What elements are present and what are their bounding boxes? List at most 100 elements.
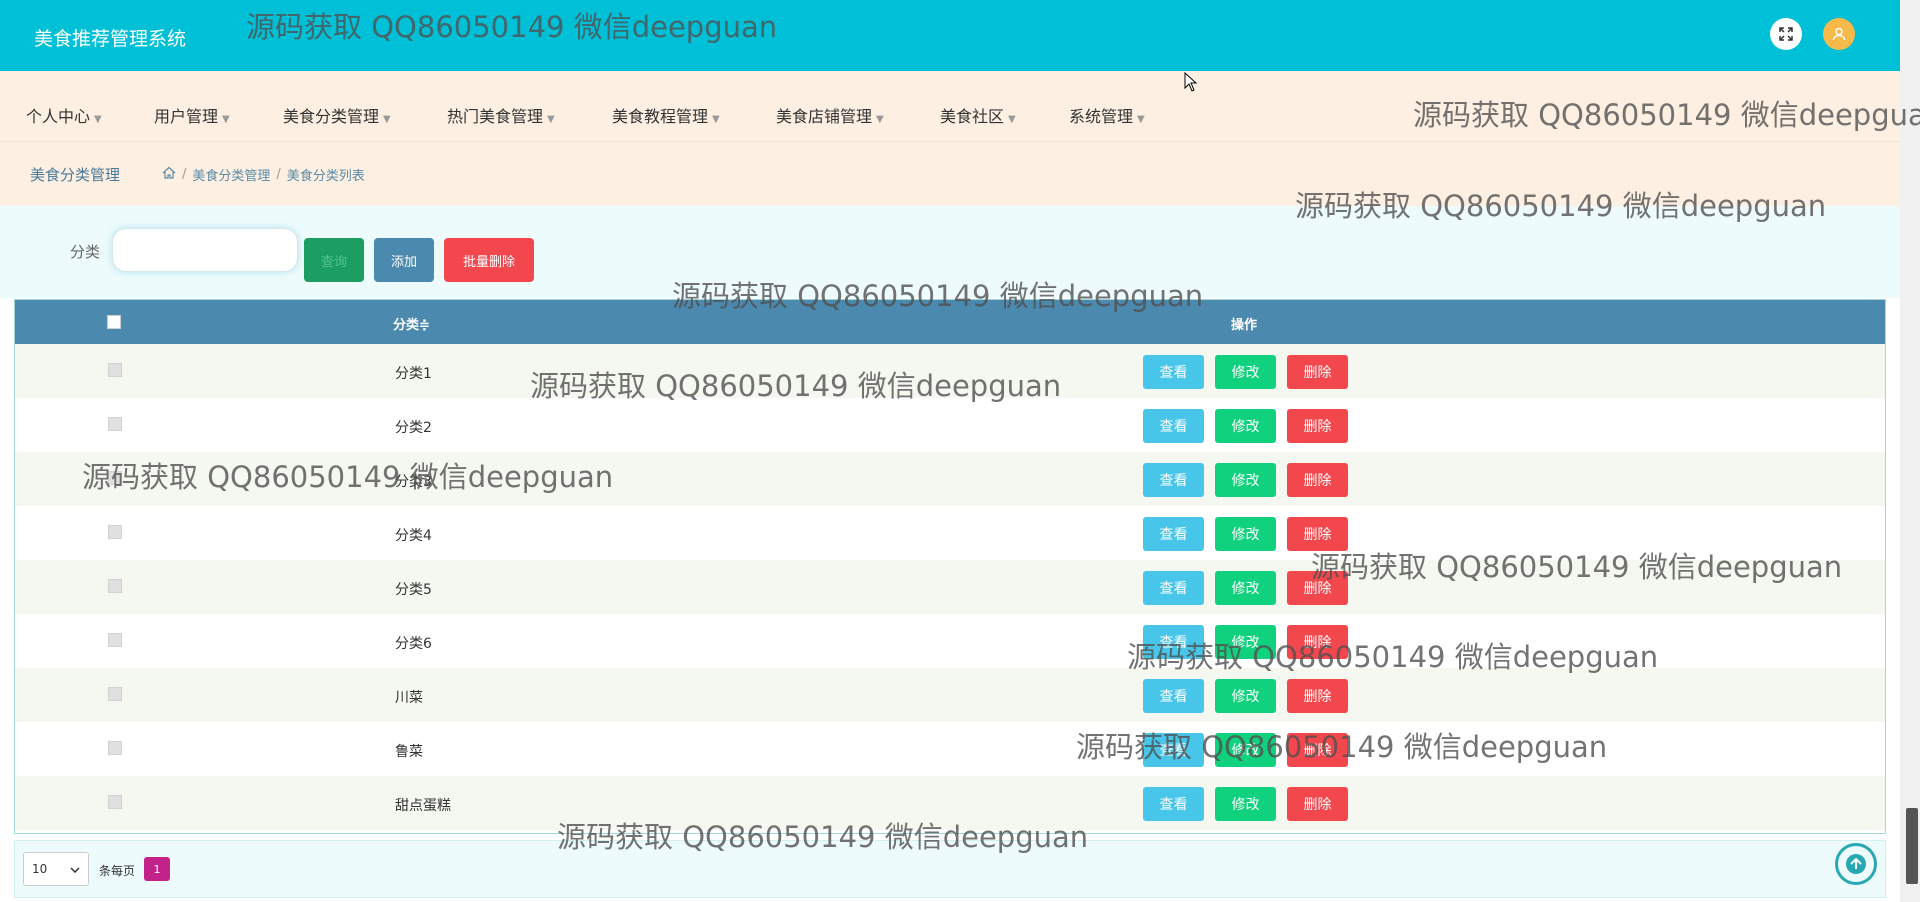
nav-item-hot-food[interactable]: 热门美食管理 ▼ [447, 103, 555, 127]
category-name: 分类3 [395, 474, 432, 490]
table-row: 分类2 查看 修改 删除 [15, 398, 1885, 452]
scrollbar-thumb[interactable] [1906, 808, 1918, 884]
caret-down-icon: ▼ [547, 114, 555, 125]
view-button[interactable]: 查看 [1143, 517, 1204, 551]
row-checkbox[interactable] [108, 363, 122, 377]
table-row: 分类5 查看 修改 删除 [15, 560, 1885, 614]
category-search-input[interactable] [112, 228, 298, 272]
nav-item-food-category[interactable]: 美食分类管理 ▼ [283, 103, 391, 127]
breadcrumb-path: / 美食分类管理 / 美食分类列表 [162, 165, 365, 184]
breadcrumb-separator: / [276, 167, 281, 182]
category-name: 分类4 [395, 528, 432, 544]
category-name: 分类5 [395, 582, 432, 598]
nav-item-user-management[interactable]: 用户管理 ▼ [154, 103, 230, 127]
table-row: 分类3 查看 修改 删除 [15, 452, 1885, 506]
edit-button[interactable]: 修改 [1215, 733, 1276, 767]
view-button[interactable]: 查看 [1143, 409, 1204, 443]
caret-down-icon: ▼ [712, 114, 720, 125]
select-all-checkbox[interactable] [107, 315, 121, 329]
view-button[interactable]: 查看 [1143, 625, 1204, 659]
top-header: 美食推荐管理系统 [0, 0, 1900, 71]
edit-button[interactable]: 修改 [1215, 625, 1276, 659]
page-size-select[interactable]: 10 [23, 852, 89, 886]
category-name: 川菜 [395, 690, 423, 706]
page-title: 美食分类管理 [30, 166, 121, 184]
category-name: 鲁菜 [395, 744, 423, 760]
delete-button[interactable]: 删除 [1287, 787, 1348, 821]
page-number-current[interactable]: 1 [144, 857, 170, 881]
view-button[interactable]: 查看 [1143, 733, 1204, 767]
view-button[interactable]: 查看 [1143, 355, 1204, 389]
view-button[interactable]: 查看 [1143, 679, 1204, 713]
breadcrumb-separator: / [182, 167, 187, 182]
edit-button[interactable]: 修改 [1215, 517, 1276, 551]
breadcrumb-item: 美食分类列表 [286, 169, 365, 184]
nav-item-food-shop[interactable]: 美食店铺管理 ▼ [776, 103, 884, 127]
delete-button[interactable]: 删除 [1287, 517, 1348, 551]
delete-button[interactable]: 删除 [1287, 625, 1348, 659]
edit-button[interactable]: 修改 [1215, 571, 1276, 605]
breadcrumb-item[interactable]: 美食分类管理 [192, 165, 270, 184]
caret-down-icon: ▼ [1008, 114, 1016, 125]
query-button[interactable]: 查询 [304, 238, 364, 282]
delete-button[interactable]: 删除 [1287, 409, 1348, 443]
nav-item-personal-center[interactable]: 个人中心 ▼ [26, 103, 102, 127]
table-row: 分类6 查看 修改 删除 [15, 614, 1885, 668]
batch-delete-button[interactable]: 批量删除 [444, 238, 534, 282]
category-column-header[interactable]: 分类≑ [393, 314, 430, 333]
category-name: 分类2 [395, 420, 432, 436]
table-header: 分类≑ 操作 [15, 300, 1885, 344]
pagination: 10 条每页 1 [14, 840, 1886, 898]
view-button[interactable]: 查看 [1143, 787, 1204, 821]
expand-icon[interactable] [1770, 18, 1802, 50]
nav-item-food-tutorial[interactable]: 美食教程管理 ▼ [612, 103, 720, 127]
vertical-scrollbar[interactable] [1900, 0, 1920, 902]
edit-button[interactable]: 修改 [1215, 463, 1276, 497]
edit-button[interactable]: 修改 [1215, 679, 1276, 713]
breadcrumb: 美食分类管理 / 美食分类管理 / 美食分类列表 [0, 141, 1900, 207]
actions-column-header: 操作 [1231, 318, 1258, 333]
row-checkbox[interactable] [108, 579, 122, 593]
delete-button[interactable]: 删除 [1287, 571, 1348, 605]
view-button[interactable]: 查看 [1143, 463, 1204, 497]
row-checkbox[interactable] [108, 633, 122, 647]
delete-button[interactable]: 删除 [1287, 463, 1348, 497]
view-button[interactable]: 查看 [1143, 571, 1204, 605]
caret-down-icon: ▼ [383, 114, 391, 125]
category-name: 分类1 [395, 366, 432, 382]
mouse-cursor-icon [1184, 71, 1198, 96]
delete-button[interactable]: 删除 [1287, 355, 1348, 389]
back-to-top-icon[interactable] [1835, 843, 1877, 885]
edit-button[interactable]: 修改 [1215, 355, 1276, 389]
caret-down-icon: ▼ [222, 114, 230, 125]
caret-down-icon: ▼ [94, 114, 102, 125]
main-nav: 个人中心 ▼ 用户管理 ▼ 美食分类管理 ▼ 热门美食管理 ▼ 美食教程管理 ▼ 美食店铺… [0, 71, 1900, 141]
app-title: 美食推荐管理系统 [34, 28, 187, 50]
add-button[interactable]: 添加 [374, 238, 434, 282]
caret-down-icon: ▼ [876, 114, 884, 125]
caret-down-icon: ▼ [1137, 114, 1145, 125]
delete-button[interactable]: 删除 [1287, 679, 1348, 713]
category-name: 甜点蛋糕 [395, 798, 451, 814]
nav-item-system-management[interactable]: 系统管理 ▼ [1069, 103, 1145, 127]
per-page-label: 条每页 [99, 864, 136, 878]
edit-button[interactable]: 修改 [1215, 409, 1276, 443]
row-checkbox[interactable] [108, 687, 122, 701]
row-checkbox[interactable] [108, 471, 122, 485]
delete-button[interactable]: 删除 [1287, 733, 1348, 767]
row-checkbox[interactable] [108, 417, 122, 431]
category-table: 分类≑ 操作 分类1 查看 修改 删除 分类2 查看 修改 删除 分类3 查看 修改 删除 分类4 查看修… [14, 299, 1886, 834]
home-icon[interactable] [162, 166, 176, 184]
table-row: 川菜 查看 修改 删除 [15, 668, 1885, 722]
row-checkbox[interactable] [108, 525, 122, 539]
table-row: 分类4 查看 修改 删除 [15, 506, 1885, 560]
search-form: 分类 查询 添加 批量删除 [0, 206, 1900, 298]
edit-button[interactable]: 修改 [1215, 787, 1276, 821]
table-row: 甜点蛋糕 查看 修改 删除 [15, 776, 1885, 830]
user-avatar-icon[interactable] [1823, 18, 1855, 50]
chevron-down-icon [70, 862, 80, 876]
category-label: 分类 [70, 243, 101, 261]
row-checkbox[interactable] [108, 741, 122, 755]
row-checkbox[interactable] [108, 795, 122, 809]
nav-item-food-community[interactable]: 美食社区 ▼ [940, 103, 1016, 127]
